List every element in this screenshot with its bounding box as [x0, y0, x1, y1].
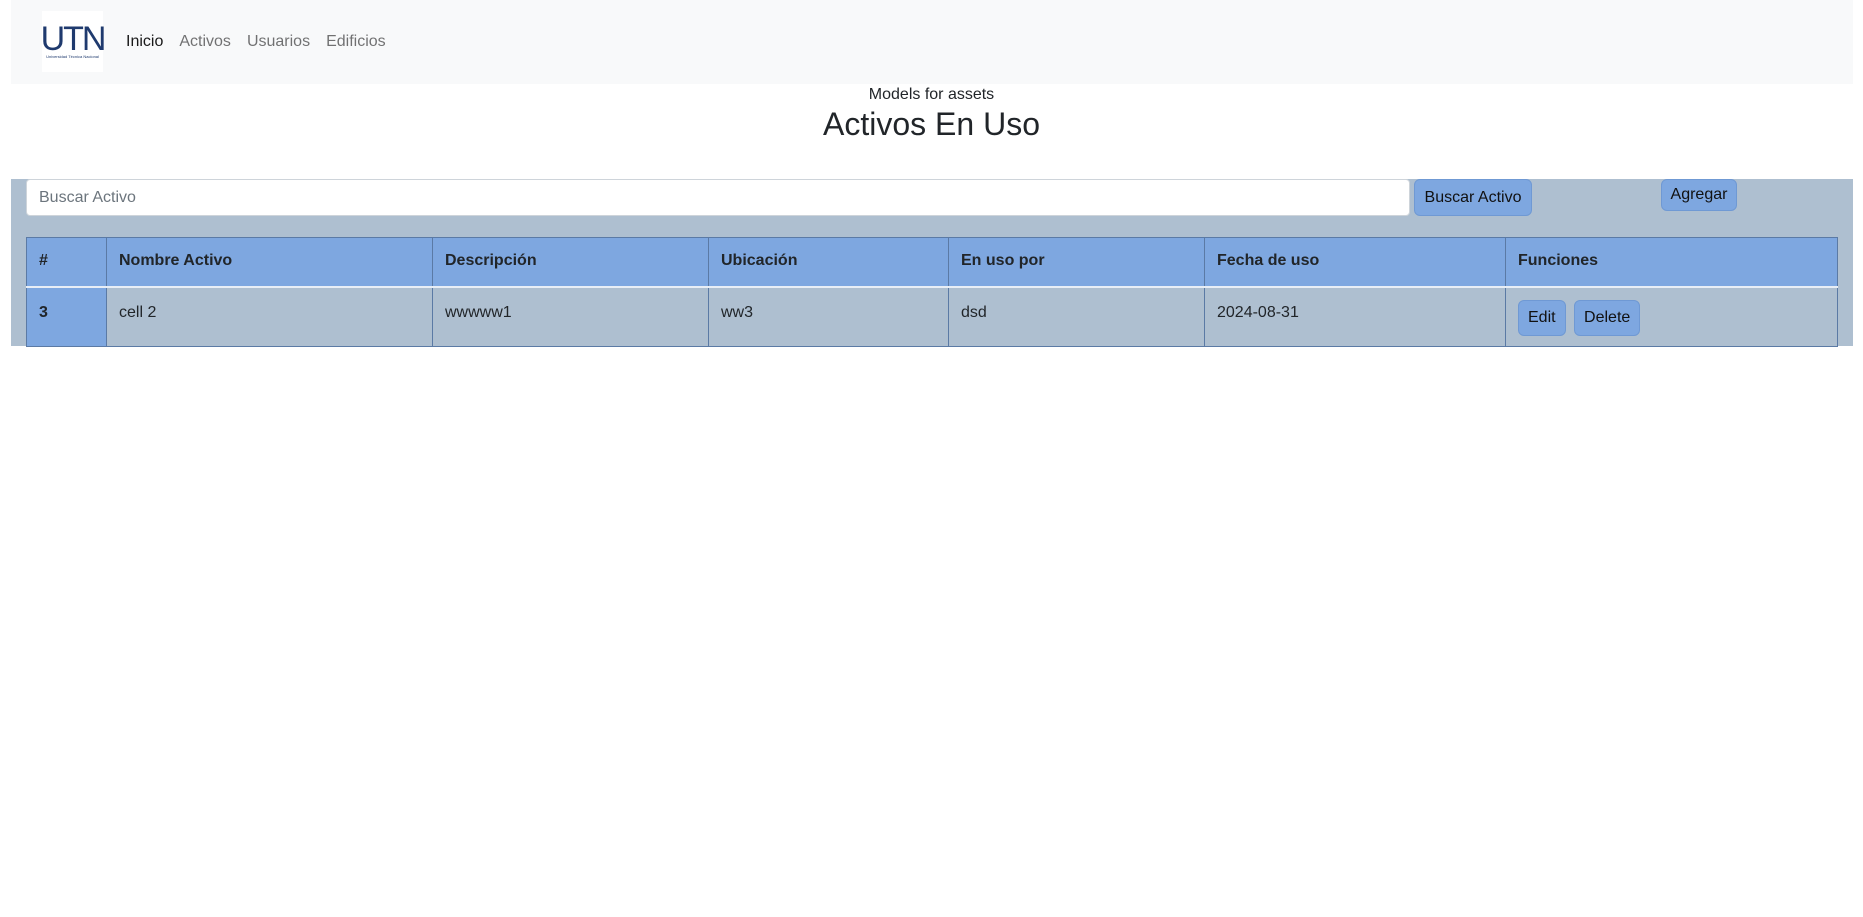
edit-button[interactable]: Edit	[1518, 299, 1566, 336]
assets-table: # Nombre Activo Descripción Ubicación En…	[26, 237, 1838, 347]
table-row: 3 cell 2 wwwww1 ww3 dsd 2024-08-31 Edit …	[26, 286, 1838, 347]
delete-button[interactable]: Delete	[1574, 299, 1641, 336]
utn-logo[interactable]: UTN Universidad Técnica Nacional	[40, 11, 107, 72]
nav-links: Inicio Activos Usuarios Edificios	[126, 0, 402, 84]
logo-mark: UTN	[40, 20, 107, 58]
nav-link-activos[interactable]: Activos	[179, 33, 231, 51]
cell-id: 3	[26, 286, 107, 347]
column-header-fecha: Fecha de uso	[1204, 237, 1506, 288]
table-header-row: # Nombre Activo Descripción Ubicación En…	[26, 237, 1838, 288]
column-header-funciones: Funciones	[1505, 237, 1838, 288]
nav-link-edificios[interactable]: Edificios	[326, 33, 386, 51]
assets-panel: Buscar Activo Agregar # Nombre Activo De…	[11, 179, 1853, 347]
column-header-en-uso-por: En uso por	[948, 237, 1205, 288]
nav-link-usuarios[interactable]: Usuarios	[247, 33, 310, 51]
nav-link-inicio[interactable]: Inicio	[126, 33, 163, 51]
column-header-ubicacion: Ubicación	[708, 237, 949, 288]
cell-nombre: cell 2	[106, 286, 433, 347]
navbar: UTN Universidad Técnica Nacional Inicio …	[11, 0, 1853, 84]
cell-en-uso-por: dsd	[948, 286, 1205, 347]
cell-fecha: 2024-08-31	[1204, 286, 1506, 347]
column-header-id: #	[26, 237, 107, 288]
logo-subtext: Universidad Técnica Nacional	[46, 54, 99, 59]
search-input[interactable]	[26, 179, 1410, 216]
column-header-nombre: Nombre Activo	[106, 237, 433, 288]
cell-ubicacion: ww3	[708, 286, 949, 347]
cell-funciones: Edit Delete	[1505, 286, 1838, 347]
cell-descripcion: wwwww1	[432, 286, 709, 347]
page-subtitle: Models for assets	[868, 86, 995, 103]
page-title: Activos En Uso	[823, 106, 1040, 142]
add-button[interactable]: Agregar	[1661, 179, 1737, 211]
column-header-descripcion: Descripción	[432, 237, 709, 288]
search-button[interactable]: Buscar Activo	[1414, 179, 1532, 216]
